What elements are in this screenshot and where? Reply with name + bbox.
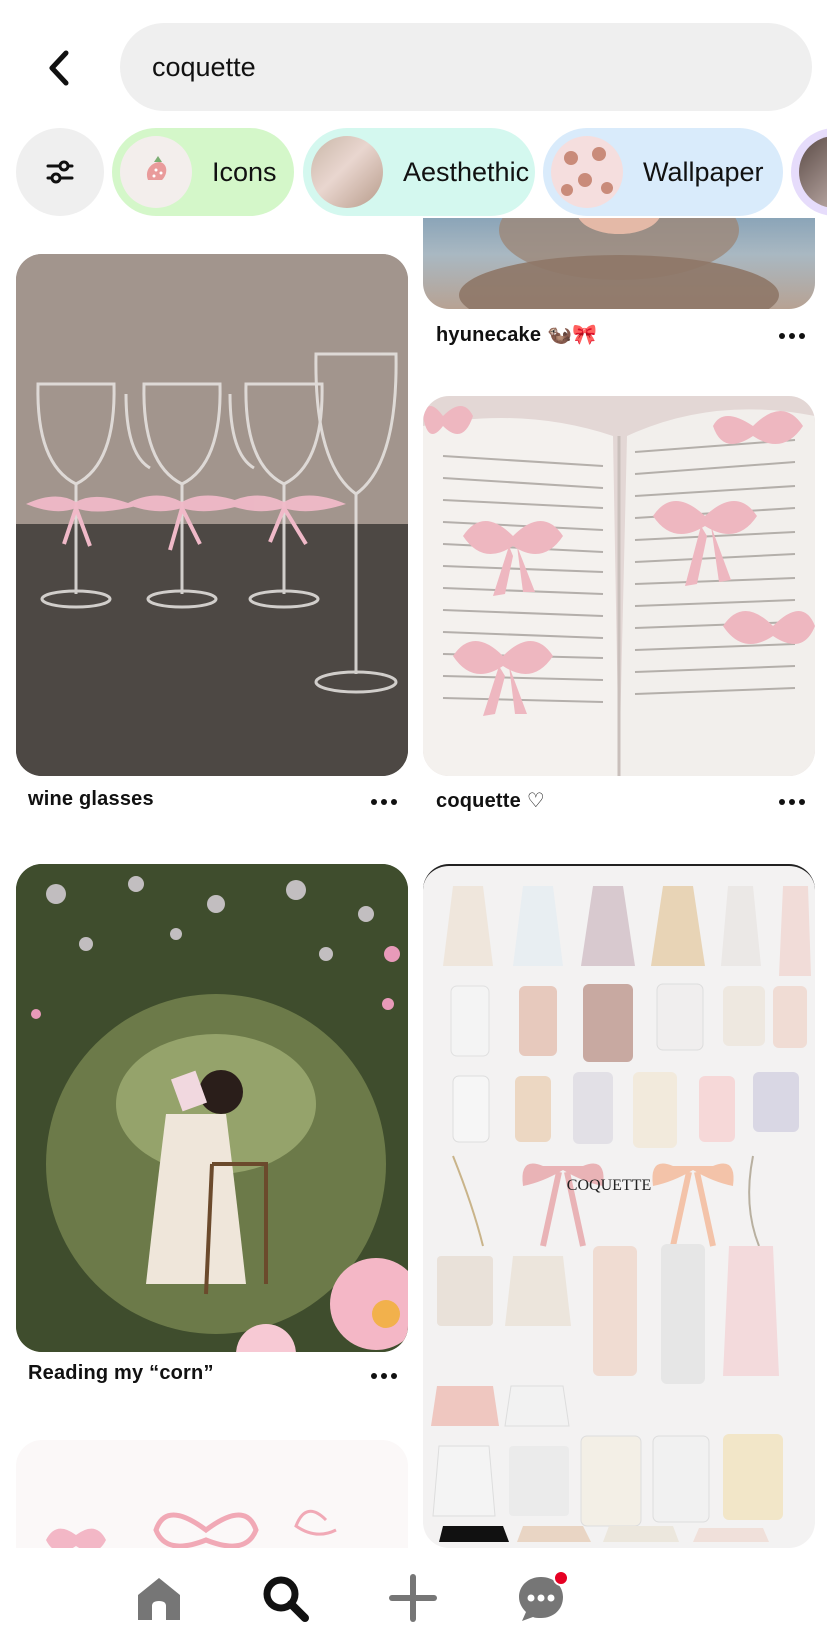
filter-button[interactable] bbox=[16, 128, 104, 216]
more-dots-icon bbox=[371, 1373, 397, 1379]
chip-wallpaper[interactable]: Wallpaper bbox=[543, 128, 783, 216]
sliders-icon bbox=[46, 160, 74, 184]
pin-more-button-wine-glasses[interactable] bbox=[364, 790, 404, 814]
chip-icons-label: Icons bbox=[212, 156, 277, 187]
chip-icons[interactable]: Icons bbox=[112, 128, 294, 216]
chip-aesthethic-thumbnail bbox=[311, 136, 383, 208]
chip-wallpaper-label: Wallpaper bbox=[643, 156, 764, 187]
pin-more-button-hyunecake[interactable] bbox=[772, 324, 812, 348]
home-icon bbox=[138, 1578, 180, 1620]
pin-title-reading: Reading my “corn” bbox=[28, 1362, 214, 1384]
nav-home[interactable] bbox=[127, 1566, 191, 1630]
search-query: coquette bbox=[152, 51, 256, 82]
chip-aesthethic-label: Aesthethic bbox=[403, 156, 530, 187]
chip-partial[interactable] bbox=[791, 128, 827, 216]
back-button[interactable] bbox=[30, 38, 90, 98]
pin-title-wine-glasses: wine glasses bbox=[28, 788, 154, 810]
search-header: coquette bbox=[0, 0, 827, 120]
pin-title-coquette: coquette ♡ bbox=[436, 790, 545, 812]
chip-aesthethic[interactable]: Aesthethic bbox=[303, 128, 535, 216]
more-dots-icon bbox=[779, 799, 805, 805]
search-input[interactable]: coquette bbox=[120, 23, 812, 111]
search-icon bbox=[263, 1576, 309, 1622]
nav-search[interactable] bbox=[253, 1566, 317, 1630]
pin-title-hyunecake: hyunecake 🦦🎀 bbox=[436, 324, 598, 346]
pin-image-reading[interactable] bbox=[16, 864, 408, 1352]
pin-image-coquette-book[interactable] bbox=[423, 396, 815, 776]
chip-wallpaper-thumbnail bbox=[551, 136, 623, 208]
collage-caption: COQUETTE bbox=[567, 1177, 651, 1194]
plus-icon bbox=[389, 1574, 437, 1622]
pin-image-wine-glasses[interactable] bbox=[16, 254, 408, 776]
chevron-left-icon bbox=[49, 50, 69, 86]
more-dots-icon bbox=[371, 799, 397, 805]
notification-badge bbox=[553, 1570, 569, 1586]
more-dots-icon bbox=[779, 333, 805, 339]
bottom-navigation bbox=[0, 1548, 827, 1647]
nav-create[interactable] bbox=[381, 1566, 445, 1630]
pin-more-button-coquette[interactable] bbox=[772, 790, 812, 814]
chip-icons-thumbnail bbox=[120, 136, 192, 208]
filter-chips-row: Icons Aesthethic Wallpaper bbox=[0, 126, 827, 218]
pin-image-outfit-collage[interactable]: COQUETTE bbox=[423, 864, 815, 1548]
nav-messages[interactable] bbox=[509, 1566, 573, 1630]
pin-more-button-reading[interactable] bbox=[364, 1364, 404, 1388]
chip-partial-thumbnail bbox=[799, 136, 827, 208]
